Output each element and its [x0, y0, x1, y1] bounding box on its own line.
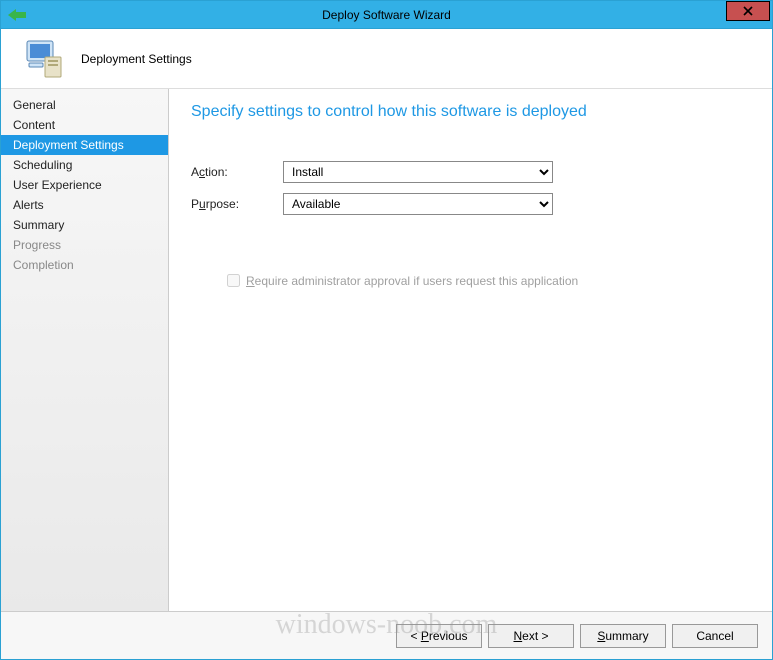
purpose-select[interactable]: Available	[283, 193, 553, 215]
page-title: Specify settings to control how this sof…	[191, 103, 750, 121]
sidebar-item-general[interactable]: General	[1, 95, 168, 115]
approval-checkbox	[227, 274, 240, 287]
close-button[interactable]	[726, 1, 770, 21]
sidebar-item-completion: Completion	[1, 255, 168, 275]
titlebar: Deploy Software Wizard	[1, 1, 772, 29]
wizard-body: General Content Deployment Settings Sche…	[1, 89, 772, 611]
computer-icon	[21, 35, 69, 83]
approval-row: Require administrator approval if users …	[223, 271, 750, 290]
sidebar: General Content Deployment Settings Sche…	[1, 89, 169, 611]
wizard-footer: < Previous Next > Summary Cancel	[1, 611, 772, 659]
sidebar-item-progress: Progress	[1, 235, 168, 255]
main-pane: Specify settings to control how this sof…	[169, 89, 772, 611]
action-select[interactable]: Install	[283, 161, 553, 183]
action-label: Action:	[191, 165, 283, 179]
cancel-button[interactable]: Cancel	[672, 624, 758, 648]
summary-button[interactable]: Summary	[580, 624, 666, 648]
sidebar-item-summary[interactable]: Summary	[1, 215, 168, 235]
approval-label: Require administrator approval if users …	[246, 274, 578, 288]
wizard-header: Deployment Settings	[1, 29, 772, 89]
sidebar-item-alerts[interactable]: Alerts	[1, 195, 168, 215]
action-row: Action: Install	[191, 161, 750, 183]
next-button[interactable]: Next >	[488, 624, 574, 648]
sidebar-item-deployment-settings[interactable]: Deployment Settings	[1, 135, 168, 155]
header-label: Deployment Settings	[81, 52, 192, 66]
purpose-row: Purpose: Available	[191, 193, 750, 215]
sidebar-item-scheduling[interactable]: Scheduling	[1, 155, 168, 175]
purpose-label: Purpose:	[191, 197, 283, 211]
back-forward-icon	[7, 5, 27, 25]
sidebar-item-content[interactable]: Content	[1, 115, 168, 135]
sidebar-item-user-experience[interactable]: User Experience	[1, 175, 168, 195]
wizard-window: Deploy Software Wizard Deployment Settin…	[0, 0, 773, 660]
window-title: Deploy Software Wizard	[322, 8, 451, 22]
previous-button[interactable]: < Previous	[396, 624, 482, 648]
